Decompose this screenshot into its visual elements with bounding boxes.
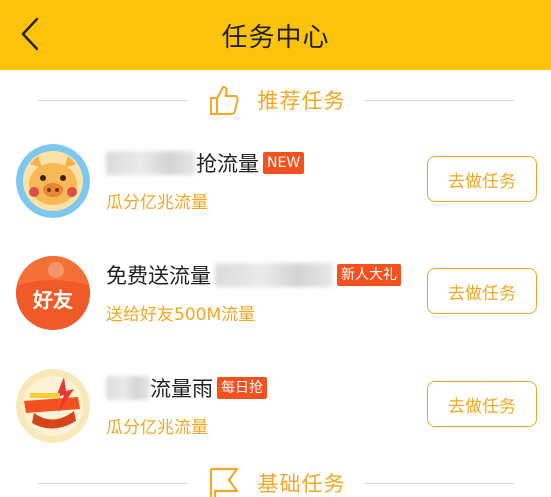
page-title: 任务中心: [221, 22, 330, 53]
redacted-text: [106, 151, 196, 175]
task-item: 流量雨 每日抢 瓜分亿兆流量 去做任务: [0, 353, 551, 463]
chevron-left-icon: [21, 17, 39, 51]
task-subtitle: 瓜分亿兆流量: [106, 193, 208, 213]
task-badge: NEW: [263, 152, 305, 174]
task-item: 好友 免费送流量 新人大礼 送给好友500M流量 去做任务: [0, 240, 551, 350]
flag-icon: [206, 465, 242, 497]
task-badge: 每日抢: [217, 377, 267, 399]
divider-line: [37, 482, 188, 484]
divider-line: [37, 99, 188, 101]
task-name: 抢流量: [196, 152, 259, 176]
redacted-text: [215, 263, 333, 287]
section-label: 基础任务: [257, 472, 346, 496]
do-task-button[interactable]: 去做任务: [427, 156, 537, 202]
do-task-button[interactable]: 去做任务: [427, 381, 537, 427]
divider-line: [363, 482, 514, 484]
do-task-button[interactable]: 去做任务: [427, 268, 537, 314]
header-bar: 任务中心: [0, 0, 551, 70]
friend-avatar: 好友: [16, 256, 90, 330]
pig-avatar: [16, 144, 90, 218]
recommended-section-header: 推荐任务: [0, 80, 551, 120]
divider-line: [363, 99, 514, 101]
rain-avatar: [16, 369, 90, 443]
avatar-label: 好友: [33, 288, 73, 312]
task-subtitle: 瓜分亿兆流量: [106, 418, 208, 438]
back-button[interactable]: [10, 14, 50, 54]
task-badge: 新人大礼: [337, 264, 401, 286]
redacted-text: [106, 376, 150, 400]
task-name: 流量雨: [150, 377, 213, 401]
task-subtitle: 送给好友500M流量: [106, 305, 256, 325]
section-label: 推荐任务: [257, 89, 346, 113]
task-name: 免费送流量: [106, 264, 211, 288]
thumbs-up-icon: [206, 82, 242, 118]
task-item: 抢流量 NEW 瓜分亿兆流量 去做任务: [0, 128, 551, 238]
basic-section-header: 基础任务: [0, 463, 551, 497]
